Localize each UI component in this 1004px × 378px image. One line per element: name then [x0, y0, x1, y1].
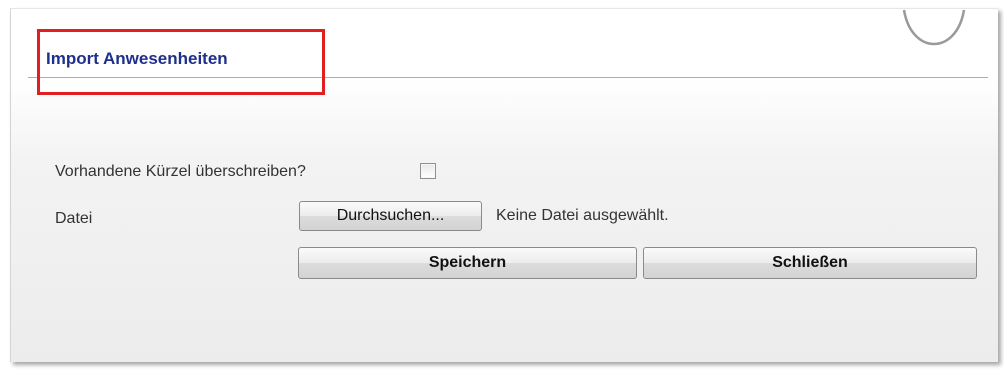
- shield-decoration-icon: [902, 9, 966, 46]
- page: Import Anwesenheiten Vorhandene Kürzel ü…: [0, 0, 1004, 378]
- close-button[interactable]: Schließen: [643, 247, 977, 279]
- save-button[interactable]: Speichern: [298, 247, 637, 279]
- title-highlight-box: [37, 29, 325, 95]
- file-status-text: Keine Datei ausgewählt.: [496, 207, 669, 224]
- browse-button[interactable]: Durchsuchen...: [299, 201, 482, 231]
- overwrite-checkbox[interactable]: [420, 163, 436, 179]
- file-label: Datei: [55, 210, 93, 227]
- overwrite-label: Vorhandene Kürzel überschreiben?: [55, 163, 306, 180]
